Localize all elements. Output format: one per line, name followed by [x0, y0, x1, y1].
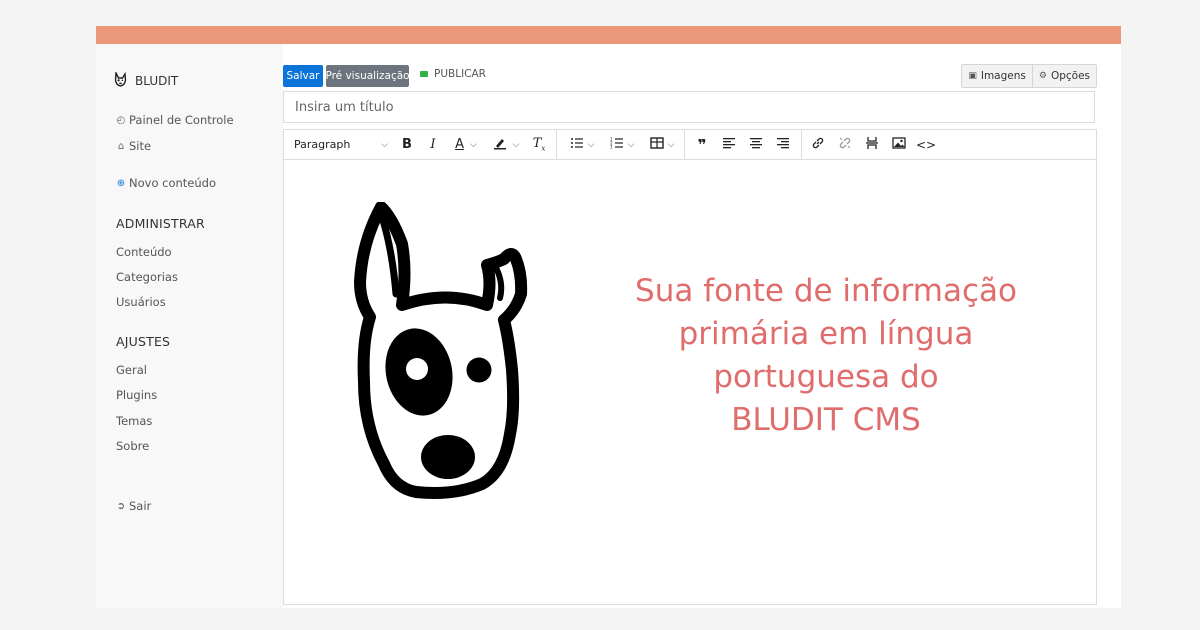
highlight-button[interactable]: ⌵ [488, 130, 524, 159]
publish-toggle[interactable]: PUBLICAR [420, 68, 486, 80]
align-center-button[interactable] [744, 130, 768, 159]
format-select-value: Paragraph [294, 138, 351, 151]
numbered-list-icon: 123 [610, 136, 624, 154]
sidebar-header-settings: AJUSTES [116, 334, 171, 349]
sidebar-item-dashboard[interactable]: ◴ Painel de Controle [116, 113, 234, 127]
numbered-list-button[interactable]: 123 ⌵ [604, 130, 640, 159]
sidebar-item-logout[interactable]: ➲ Sair [116, 499, 151, 513]
tagline-line: Sua fonte de informação [635, 273, 1017, 309]
clear-format-button[interactable]: Tx [528, 130, 550, 159]
options-label: Opções [1050, 70, 1090, 82]
source-code-button[interactable]: <> [914, 130, 938, 159]
page-break-icon [865, 136, 879, 154]
highlighter-icon [493, 136, 507, 154]
sidebar: BLUDIT ◴ Painel de Controle ⌂ Site ⊕ Nov… [96, 44, 283, 608]
sidebar-item-label: Sair [129, 499, 152, 513]
sidebar-item-label: Novo conteúdo [129, 176, 216, 190]
align-left-icon [722, 136, 736, 154]
home-icon: ⌂ [117, 140, 125, 152]
top-right-actions: ▣ Imagens ⚙ Opções [961, 64, 1097, 88]
svg-text:3: 3 [610, 144, 613, 149]
align-left-button[interactable] [717, 130, 741, 159]
chevron-down-icon: ⌵ [381, 139, 388, 150]
tagline-line: BLUDIT CMS [731, 402, 921, 438]
chevron-down-icon: ⌵ [587, 139, 595, 150]
code-icon: <> [915, 137, 937, 152]
table-icon [649, 136, 664, 154]
italic-button[interactable]: I [422, 130, 444, 159]
rich-text-editor[interactable]: Paragraph ⌵ B I A ⌵ ⌵ Tx ⌵ 1 2 3 ⌵ ⌵ ❞ <… [283, 129, 1097, 605]
chevron-down-icon: ⌵ [470, 139, 477, 150]
chevron-down-icon: ⌵ [512, 139, 520, 150]
title-input[interactable] [283, 91, 1095, 123]
gear-icon: ⚙ [1038, 71, 1047, 81]
gauge-icon: ◴ [116, 114, 126, 126]
bludit-dog-logo-icon [354, 202, 528, 499]
blockquote-button[interactable]: ❞ [690, 130, 714, 159]
tagline: Sua fonte de informação primária em líng… [598, 270, 1054, 442]
unlink-icon [838, 136, 852, 154]
main-area: Salvar Pré visualização PUBLICAR ▣ Image… [283, 44, 1121, 608]
bold-icon: B [402, 137, 412, 152]
insert-image-button[interactable] [887, 130, 911, 159]
chevron-down-icon: ⌵ [667, 139, 675, 150]
italic-icon: I [430, 137, 436, 152]
preview-button[interactable]: Pré visualização [325, 65, 410, 87]
save-button[interactable]: Salvar [283, 65, 323, 87]
sidebar-item-users[interactable]: Usuários [116, 295, 166, 309]
sidebar-item-general[interactable]: Geral [116, 363, 147, 377]
editor-content[interactable]: Sua fonte de informação primária em líng… [284, 160, 1096, 604]
sidebar-item-about[interactable]: Sobre [116, 439, 149, 453]
editor-toolbar: Paragraph ⌵ B I A ⌵ ⌵ Tx ⌵ 1 2 3 ⌵ ⌵ ❞ <… [284, 130, 1096, 160]
sidebar-item-label: Site [129, 139, 152, 153]
toolbar-divider [556, 130, 557, 159]
app-window: BLUDIT ◴ Painel de Controle ⌂ Site ⊕ Nov… [96, 44, 1121, 608]
plus-circle-icon: ⊕ [116, 177, 126, 189]
link-icon [811, 136, 825, 154]
chevron-down-icon: ⌵ [627, 139, 635, 150]
brand[interactable]: BLUDIT [114, 70, 179, 90]
images-button[interactable]: ▣ Imagens [962, 65, 1032, 87]
image-icon [892, 136, 906, 154]
options-button[interactable]: ⚙ Opções [1031, 65, 1096, 87]
align-right-icon [776, 136, 790, 154]
bullet-list-button[interactable]: ⌵ [564, 130, 600, 159]
images-label: Imagens [980, 70, 1026, 82]
toolbar-divider [684, 130, 685, 159]
unlink-button[interactable] [833, 130, 857, 159]
publish-label: PUBLICAR [434, 68, 486, 80]
align-center-icon [749, 136, 763, 154]
page-break-button[interactable] [860, 130, 884, 159]
table-button[interactable]: ⌵ [644, 130, 680, 159]
accent-bar [96, 26, 1121, 44]
sidebar-item-site[interactable]: ⌂ Site [116, 139, 151, 153]
bold-button[interactable]: B [396, 130, 418, 159]
sidebar-item-new-content[interactable]: ⊕ Novo conteúdo [116, 176, 216, 190]
link-button[interactable] [806, 130, 830, 159]
bullet-list-icon [570, 136, 584, 154]
sidebar-header-admin: ADMINISTRAR [116, 216, 205, 231]
clear-format-icon: Tx [532, 136, 546, 153]
text-color-button[interactable]: A ⌵ [448, 130, 484, 159]
format-select[interactable]: Paragraph ⌵ [294, 130, 388, 159]
tagline-line: primária em língua [678, 316, 974, 352]
tagline-line: portuguesa do [713, 359, 939, 395]
align-right-button[interactable] [771, 130, 795, 159]
quote-icon: ❞ [697, 135, 707, 154]
sidebar-item-themes[interactable]: Temas [116, 414, 152, 428]
sidebar-item-content[interactable]: Conteúdo [116, 245, 172, 259]
logout-icon: ➲ [116, 500, 126, 512]
sidebar-item-categories[interactable]: Categorias [116, 270, 178, 284]
bludit-logo-icon [114, 70, 127, 90]
brand-name: BLUDIT [135, 74, 179, 88]
status-indicator-icon [420, 71, 428, 77]
image-icon: ▣ [968, 71, 977, 81]
toolbar-divider [801, 130, 802, 159]
sidebar-item-plugins[interactable]: Plugins [116, 388, 157, 402]
sidebar-item-label: Painel de Controle [129, 113, 234, 127]
text-color-icon: A [455, 137, 465, 152]
